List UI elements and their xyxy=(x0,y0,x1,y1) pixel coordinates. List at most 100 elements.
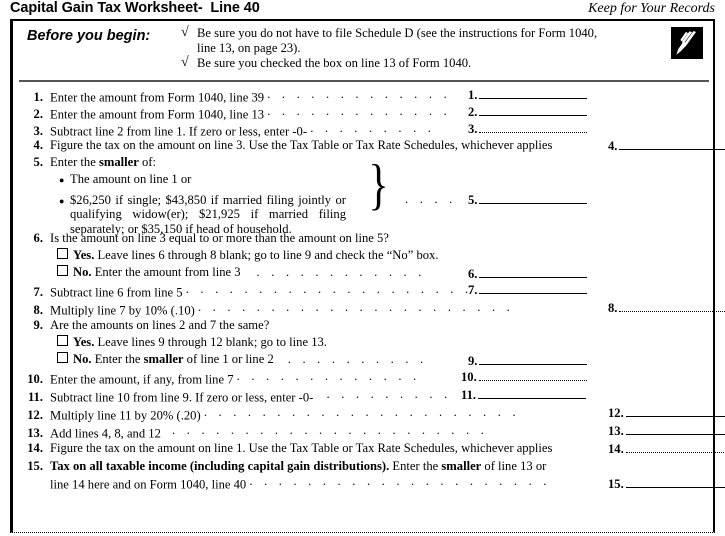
answer-input-5[interactable] xyxy=(479,192,588,204)
answer-label: 8. xyxy=(608,301,618,315)
answer-input-8[interactable] xyxy=(619,300,725,312)
line-9-yes-option[interactable]: Yes. Leave lines 9 through 12 blank; go … xyxy=(57,335,713,350)
option-label: No. xyxy=(73,352,92,367)
line-text: line 14 here and on Form 1040, line 40 xyxy=(50,477,247,492)
answer-input-15[interactable] xyxy=(625,476,725,488)
answer-input-11[interactable] xyxy=(478,387,587,399)
answer-input-9[interactable] xyxy=(479,353,588,365)
line-number: 5. xyxy=(33,155,43,169)
worksheet-line-6: 6. Is the amount on line 3 equal to or m… xyxy=(13,231,713,282)
answer-slot-14: 14. xyxy=(608,441,725,456)
line-question: Are the amounts on lines 2 and 7 the sam… xyxy=(50,318,270,332)
answer-input-4[interactable] xyxy=(619,138,725,150)
answer-slot-8: 8. xyxy=(608,300,725,315)
leader-dots: . . . . . . . . . . . . . . . . . . . . xyxy=(185,282,473,296)
answer-input-1[interactable] xyxy=(479,87,588,99)
answer-label: 9. xyxy=(468,354,478,368)
worksheet-line-5: 5. Enter the smaller of: ● The amount on… xyxy=(13,154,713,236)
checkbox-no[interactable] xyxy=(57,352,68,364)
leader-dots: . . . . . . . . . xyxy=(326,387,452,401)
checklist-item-text: Be sure you do not have to file Schedule… xyxy=(197,26,598,55)
grouping-brace: } xyxy=(368,154,389,216)
line-text: Subtract line 10 from line 9. If zero or… xyxy=(50,390,314,405)
line-9-no-option[interactable]: No. Enter the smaller of line 1 or line … xyxy=(57,352,713,367)
line-number: 2. xyxy=(33,107,43,122)
checkbox-yes[interactable] xyxy=(57,248,68,260)
header-divider xyxy=(19,80,709,82)
worksheet-line-11: 11. Subtract line 10 from line 9. If zer… xyxy=(13,387,713,405)
option-text: of line 1 or line 2 xyxy=(183,352,274,367)
option-text-emphasis: smaller xyxy=(143,352,184,367)
answer-input-6[interactable] xyxy=(479,266,588,278)
answer-input-3[interactable] xyxy=(479,121,588,133)
line-number: 6. xyxy=(33,231,43,245)
worksheet-line-15: 15. Tax on all taxable income (including… xyxy=(13,459,725,493)
line-text-emphasis: smaller xyxy=(441,459,482,473)
keep-for-records-note: Keep for Your Records xyxy=(588,1,715,16)
line-6-yes-option[interactable]: Yes. Leave lines 6 through 8 blank; go t… xyxy=(57,248,713,263)
line-6-no-option[interactable]: No. Enter the amount from line 3 . . . .… xyxy=(57,265,713,280)
line-number: 15. xyxy=(27,459,43,473)
worksheet-line-4: 4. Figure the tax on the amount on line … xyxy=(13,138,725,155)
worksheet-line-14: 14. Figure the tax on the amount on line… xyxy=(13,441,725,459)
worksheet-lines: 1. Enter the amount from Form 1040, line… xyxy=(13,87,725,493)
worksheet-line-10: 10. Enter the amount, if any, from line … xyxy=(13,369,713,387)
checkbox-yes[interactable] xyxy=(57,335,68,347)
answer-input-12[interactable] xyxy=(625,405,725,417)
option-label: No. xyxy=(73,265,92,280)
worksheet-line-7: 7. Subtract line 6 from line 5 . . . . .… xyxy=(13,282,713,300)
answer-input-7[interactable] xyxy=(479,282,588,294)
line-text: Enter the amount, if any, from line 7 xyxy=(50,372,234,387)
answer-slot-4: 4. xyxy=(608,138,725,153)
before-you-begin-label: Before you begin: xyxy=(27,28,151,44)
answer-input-13[interactable] xyxy=(625,423,725,435)
line-text-part: of line 13 or xyxy=(481,459,547,473)
line-text: Enter the amount from Form 1040, line 13 xyxy=(50,107,265,122)
worksheet-line-1: 1. Enter the amount from Form 1040, line… xyxy=(13,87,713,104)
leader-dots: . . . . . . . . . . . . . xyxy=(236,369,421,383)
worksheet-line-3: 3. Subtract line 2 from line 1. If zero … xyxy=(13,121,713,138)
title-row: Capital Gain Tax Worksheet- Line 40 Keep… xyxy=(10,0,717,20)
line-number: 8. xyxy=(33,303,43,318)
answer-label: 10. xyxy=(461,370,477,384)
checklist-item-text: Be sure you checked the box on line 13 o… xyxy=(197,56,472,70)
bullet-icon: ● xyxy=(59,195,65,206)
answer-label: 11. xyxy=(461,388,477,402)
answer-slot-11: 11. xyxy=(461,387,587,402)
answer-slot-10: 10. xyxy=(461,369,587,384)
answer-slot-7: 7. xyxy=(468,282,588,297)
line-question: Is the amount on line 3 equal to or more… xyxy=(50,231,389,245)
answer-label: 5. xyxy=(468,193,478,207)
answer-slot-2: 2. xyxy=(468,104,588,119)
answer-slot-15: 15. xyxy=(608,476,725,491)
line-text-part: of: xyxy=(138,155,156,169)
worksheet-line-8: 8. Multiply line 7 by 10% (.10) . . . . … xyxy=(13,300,725,318)
worksheet-line-13: 13. Add lines 4, 8, and 12 . . . . . . .… xyxy=(13,423,725,441)
answer-label: 14. xyxy=(608,442,624,456)
line-number: 3. xyxy=(33,124,43,139)
answer-slot-1: 1. xyxy=(468,87,588,102)
line-number: 10. xyxy=(27,372,43,387)
checkbox-no[interactable] xyxy=(57,265,68,277)
answer-slot-6: 6. xyxy=(468,266,588,281)
bullet-icon: ● xyxy=(59,175,65,186)
checkmark-icon: √ xyxy=(181,55,189,70)
answer-label: 12. xyxy=(608,406,624,420)
option-label: Yes. xyxy=(73,248,95,263)
answer-label: 1. xyxy=(468,88,478,102)
line-text: Subtract line 6 from line 5 xyxy=(50,285,183,300)
option-label: Yes. xyxy=(73,335,95,350)
line-text: Multiply line 7 by 10% (.10) xyxy=(50,303,195,318)
answer-slot-9: 9. xyxy=(468,353,588,368)
before-you-begin-block: Before you begin: √ Be sure you do not h… xyxy=(13,21,713,85)
worksheet-line-12: 12. Multiply line 11 by 20% (.20) . . . … xyxy=(13,405,725,423)
leader-dots: . . . . . . . . . . . . . . . . . . . . … xyxy=(203,405,520,419)
line-text: Enter the amount from Form 1040, line 39 xyxy=(50,90,265,105)
line-number: 9. xyxy=(33,318,43,332)
leader-dots: . . . . . . . . . . . . . . . . . . . . … xyxy=(249,474,551,489)
answer-input-14[interactable] xyxy=(625,441,725,453)
answer-slot-5: 5. xyxy=(468,192,588,207)
leader-dots: . . . . . . . . . . . . . . . . . . . . … xyxy=(172,423,489,437)
answer-input-2[interactable] xyxy=(479,104,588,116)
answer-input-10[interactable] xyxy=(478,369,587,381)
